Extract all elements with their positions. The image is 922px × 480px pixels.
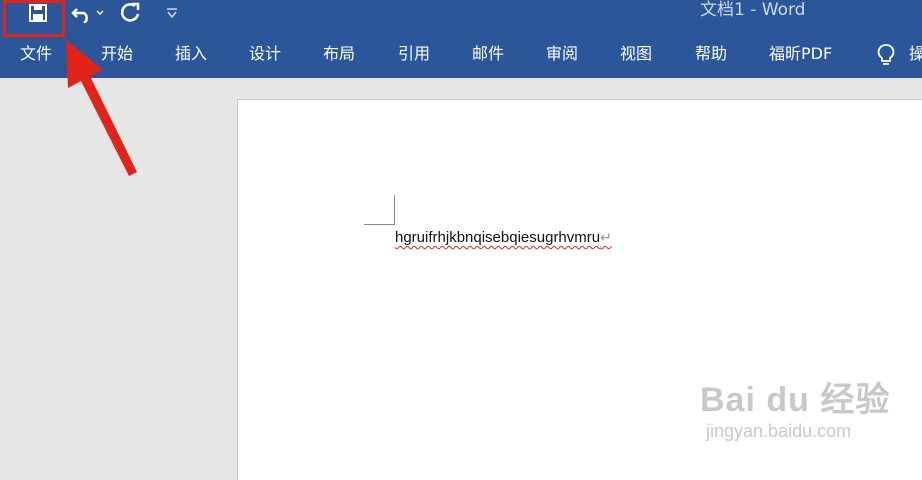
undo-icon (71, 3, 105, 23)
title-bar: 文档1 - Word (0, 0, 922, 38)
baidu-watermark: Bai du 经验 jingyan.baidu.com (700, 372, 890, 442)
customize-qat-icon (165, 7, 179, 19)
document-text[interactable]: hgruifrhjkbnqisebqiesugrhvmru↵ (395, 229, 612, 246)
tell-me-label: 操 (909, 44, 922, 63)
ribbon-tabs: 文件 开始 插入 设计 布局 引用 邮件 审阅 视图 帮助 福昕PDF 操 (0, 38, 922, 78)
tab-home[interactable]: 开始 (101, 38, 133, 70)
tab-help[interactable]: 帮助 (695, 38, 727, 70)
tab-mailings[interactable]: 邮件 (472, 38, 504, 70)
margin-corner-mark (364, 195, 395, 225)
watermark-brand: Bai du 经验 (700, 381, 891, 419)
lightbulb-icon (876, 43, 896, 67)
document-title: 文档1 - Word (700, 0, 806, 20)
tab-view[interactable]: 视图 (620, 38, 652, 70)
tab-layout[interactable]: 布局 (323, 38, 355, 70)
tab-review[interactable]: 审阅 (546, 38, 578, 70)
tab-design[interactable]: 设计 (249, 38, 281, 70)
tab-file[interactable]: 文件 (20, 38, 52, 70)
tab-foxit-pdf[interactable]: 福昕PDF (769, 38, 832, 70)
undo-button[interactable] (68, 0, 108, 26)
tab-insert[interactable]: 插入 (175, 38, 207, 70)
watermark-url: jingyan.baidu.com (706, 421, 852, 441)
paragraph-mark: ↵ (600, 229, 612, 245)
annotation-highlight-box (3, 0, 65, 37)
tab-references[interactable]: 引用 (398, 38, 430, 70)
customize-qat-button[interactable] (162, 0, 182, 26)
redo-button[interactable] (116, 0, 146, 26)
redo-icon (120, 2, 142, 24)
document-text-content: hgruifrhjkbnqisebqiesugrhvmru (395, 229, 601, 246)
tell-me-button[interactable]: 操 (876, 38, 922, 70)
